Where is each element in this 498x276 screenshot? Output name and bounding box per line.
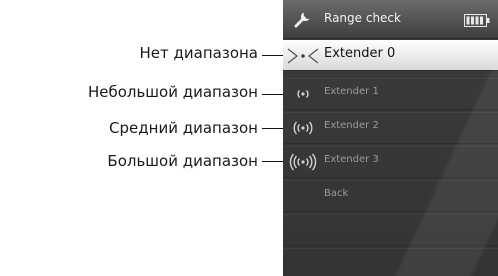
callout-label-no-range: Нет диапазона — [139, 44, 258, 62]
small-range-icon — [287, 85, 319, 107]
menu-item-extender-0[interactable]: Extender 0 — [283, 40, 498, 71]
menu-item-label: Back — [324, 188, 349, 199]
screen-titlebar: Range check — [283, 0, 498, 39]
screen-title: Range check — [324, 11, 401, 25]
no-range-icon — [287, 47, 319, 69]
large-range-icon — [287, 153, 319, 175]
wrench-icon — [293, 9, 313, 33]
menu-item-extender-2[interactable]: Extender 2 — [283, 112, 498, 144]
medium-range-icon — [287, 119, 319, 141]
menu-item-extender-1[interactable]: Extender 1 — [283, 78, 498, 110]
callout-label-small-range: Небольшой диапазон — [87, 83, 258, 101]
menu-item-extender-3[interactable]: Extender 3 — [283, 146, 498, 178]
menu-item-label: Extender 0 — [324, 46, 396, 61]
menu-empty-row — [283, 248, 498, 276]
callout-label-large-range: Большой диапазон — [107, 152, 258, 170]
menu-item-label: Extender 3 — [324, 154, 379, 165]
menu-item-label: Extender 1 — [324, 86, 379, 97]
battery-icon — [464, 12, 490, 31]
menu-item-label: Extender 2 — [324, 120, 379, 131]
menu-empty-row — [283, 214, 498, 246]
callout-label-medium-range: Средний диапазон — [109, 119, 258, 137]
device-screen: Range check Extender 0 Extender 1 Extend… — [283, 0, 498, 276]
menu-item-back[interactable]: Back — [283, 180, 498, 212]
